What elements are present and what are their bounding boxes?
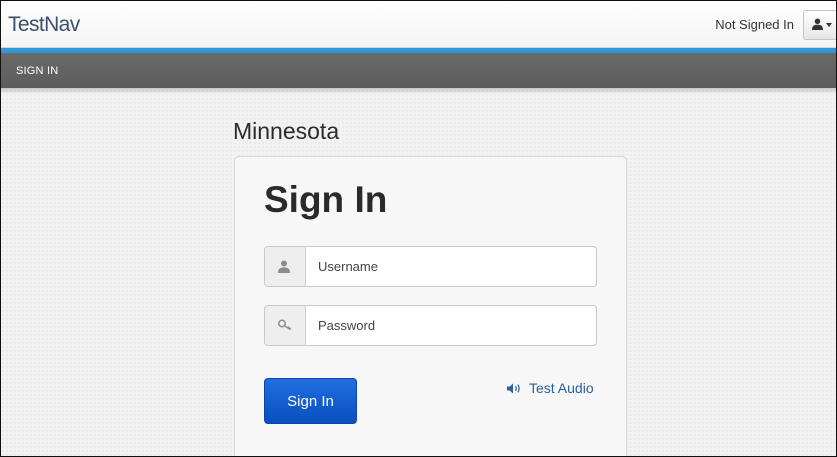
password-addon (265, 306, 306, 345)
speaker-icon (507, 383, 520, 394)
key-icon (278, 319, 292, 331)
app-window: TestNav Not Signed In SIGN IN Minnesota … (0, 0, 837, 457)
sign-in-status: Not Signed In (715, 17, 794, 32)
sign-in-card: Sign In Sign In (234, 156, 627, 456)
state-title: Minnesota (233, 118, 340, 144)
user-icon (278, 260, 290, 273)
username-input[interactable] (305, 247, 595, 286)
username-addon (265, 247, 306, 286)
username-field-group (264, 246, 597, 287)
nav-item-sign-in[interactable]: SIGN IN (16, 65, 58, 77)
user-menu-button[interactable] (803, 10, 836, 40)
nav-bar: SIGN IN (1, 53, 836, 88)
caret-down-icon (826, 23, 832, 27)
sign-in-heading: Sign In (264, 179, 388, 220)
user-icon (812, 18, 823, 30)
sign-in-button[interactable]: Sign In (264, 378, 357, 424)
password-input[interactable] (305, 306, 595, 345)
password-field-group (264, 305, 597, 346)
test-audio-label: Test Audio (529, 380, 594, 396)
nav-shadow (1, 88, 836, 94)
app-logo: TestNav (8, 13, 80, 36)
top-header: TestNav Not Signed In (1, 1, 836, 48)
